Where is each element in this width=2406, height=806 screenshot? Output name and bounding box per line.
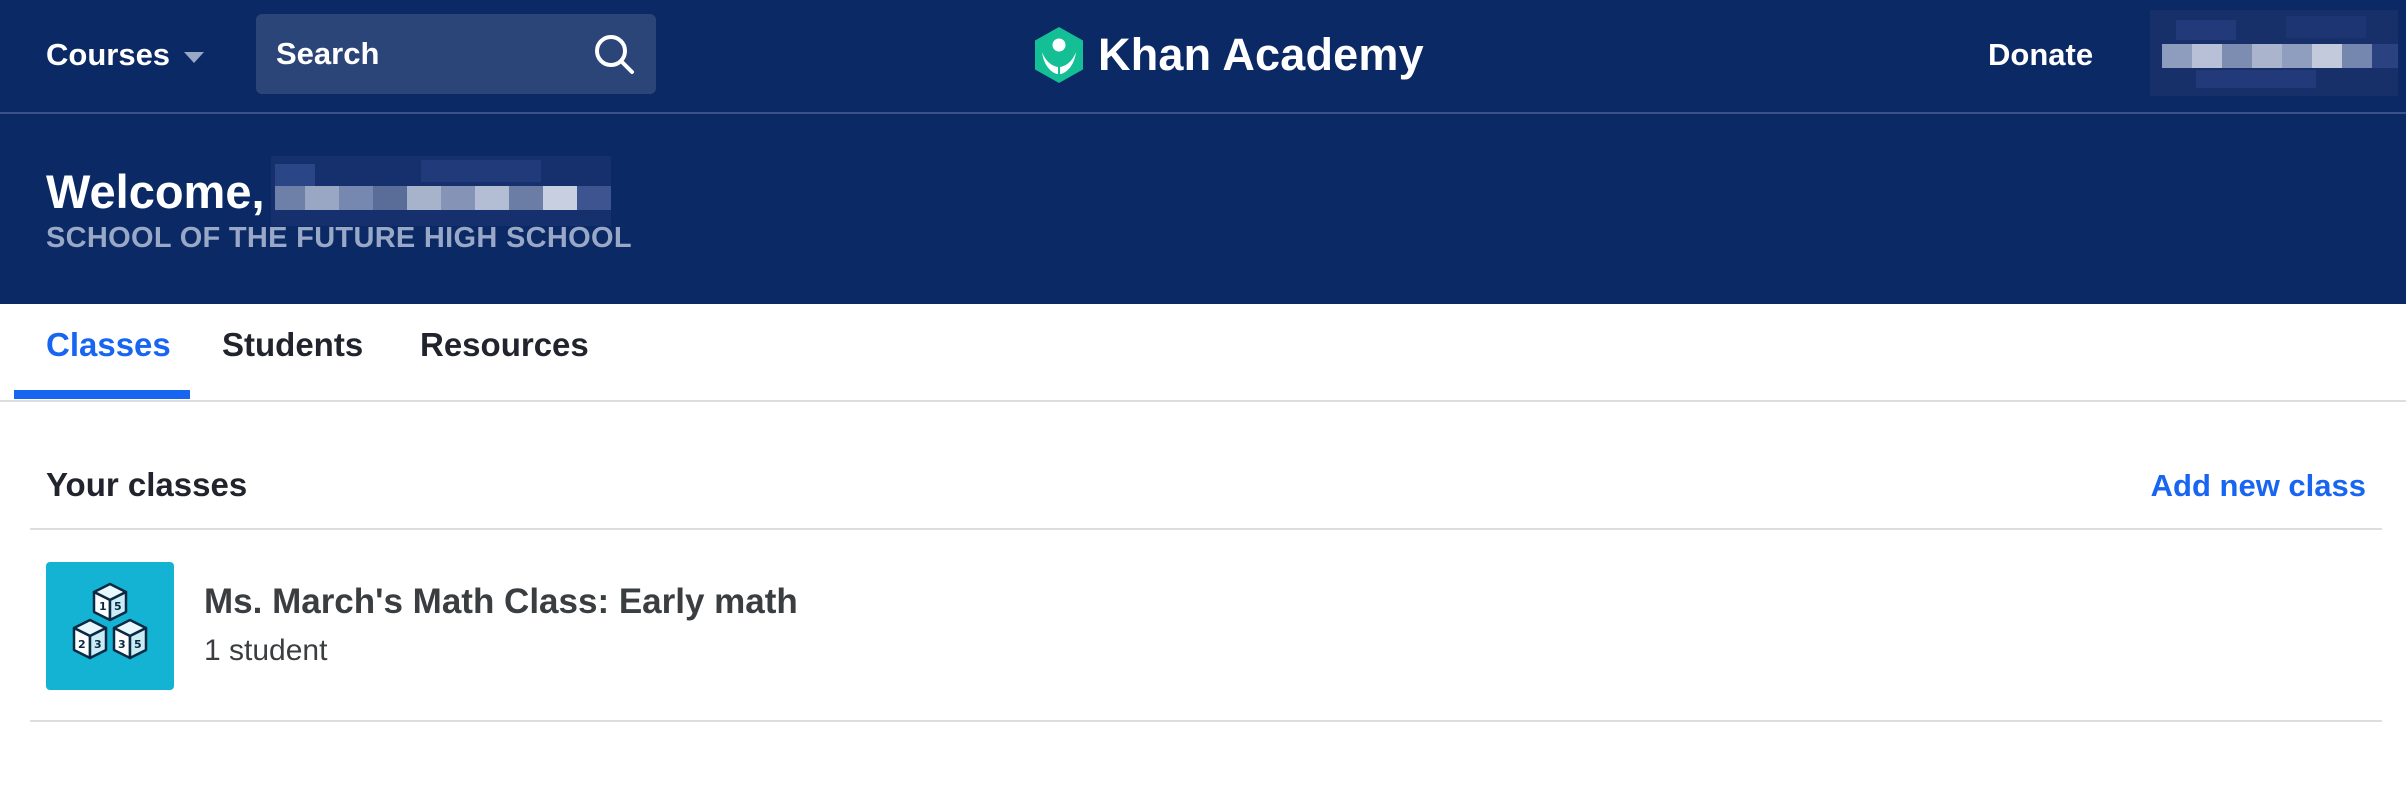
- redacted-user-name: [270, 156, 631, 226]
- active-tab-indicator: [14, 390, 190, 399]
- your-classes-heading: Your classes: [46, 466, 248, 503]
- tab-classes[interactable]: Classes: [46, 326, 171, 376]
- tab-students[interactable]: Students: [222, 326, 363, 376]
- tab-bar: Classes Students Resources: [0, 304, 2406, 402]
- user-menu-button[interactable]: [2136, 10, 2398, 96]
- svg-text:5: 5: [114, 600, 122, 613]
- courses-menu-button[interactable]: Courses: [46, 30, 205, 80]
- search-icon[interactable]: [592, 32, 636, 76]
- search-input[interactable]: Search: [256, 14, 656, 94]
- top-nav: Courses Search Khan Academy Donate: [0, 0, 2406, 114]
- svg-text:3: 3: [118, 638, 126, 651]
- tab-resources[interactable]: Resources: [420, 326, 589, 376]
- math-blocks-icon: 1 5 2 3 3 5: [46, 562, 174, 690]
- chevron-down-icon: [184, 51, 205, 63]
- welcome-text: Welcome,: [46, 164, 265, 218]
- svg-text:3: 3: [94, 638, 102, 651]
- svg-text:5: 5: [134, 638, 142, 651]
- school-name: SCHOOL OF THE FUTURE HIGH SCHOOL: [46, 222, 632, 254]
- welcome-heading: Welcome,: [46, 156, 631, 226]
- welcome-banner: Welcome, SCHOOL OF THE FUTURE HIGH SCHOO…: [0, 114, 2406, 304]
- brand-name: Khan Academy: [1098, 29, 1424, 80]
- donate-link[interactable]: Donate: [1988, 30, 2093, 80]
- class-list-item[interactable]: 1 5 2 3 3 5 Ms. March's Math Class: Earl…: [30, 530, 2382, 720]
- search-placeholder: Search: [276, 36, 380, 71]
- class-name: Ms. March's Math Class: Early math: [204, 582, 798, 621]
- class-student-count: 1 student: [204, 634, 328, 667]
- add-new-class-link[interactable]: Add new class: [2151, 468, 2366, 504]
- list-bottom-divider: [30, 720, 2382, 722]
- svg-text:1: 1: [99, 600, 107, 613]
- svg-text:2: 2: [78, 638, 86, 651]
- khan-academy-logo-icon: [1035, 27, 1083, 83]
- khan-academy-home-link[interactable]: Khan Academy: [1032, 24, 1424, 86]
- courses-label: Courses: [46, 37, 171, 72]
